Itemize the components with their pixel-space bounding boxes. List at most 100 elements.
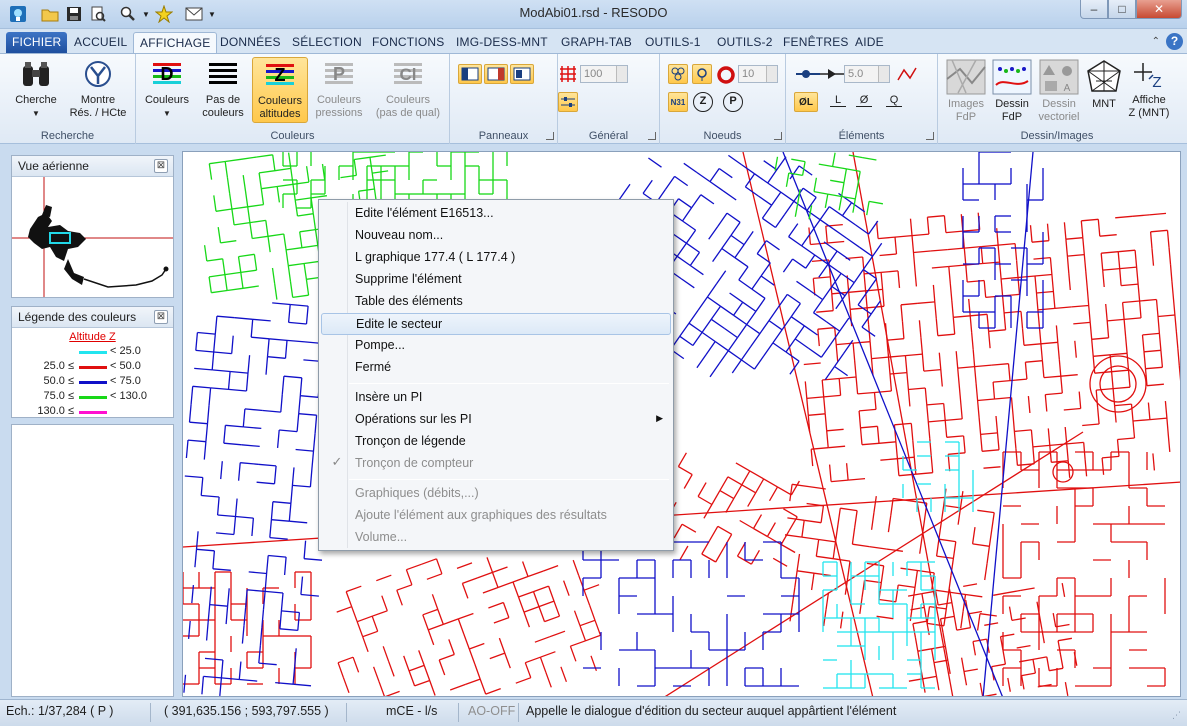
pipe-segment xyxy=(862,256,865,274)
pipe-segment xyxy=(810,573,815,591)
menu-item-supprime-element[interactable]: Supprime l'élément xyxy=(321,269,671,291)
pipe-segment xyxy=(251,336,270,340)
element-node-line-icon[interactable] xyxy=(796,66,820,82)
tab-img-dess-mnt[interactable]: IMG-DESS-MNT xyxy=(450,32,554,53)
images-fdp-button[interactable]: Images FdP xyxy=(944,57,988,123)
group-launcher[interactable] xyxy=(926,132,934,140)
cherche-button[interactable]: Cherche ▼ xyxy=(10,57,62,123)
pipe-segment xyxy=(588,604,596,621)
aerial-minimap[interactable] xyxy=(12,177,173,297)
maximize-button[interactable]: □ xyxy=(1108,0,1136,19)
group-panneaux: Panneaux xyxy=(450,54,558,144)
help-button[interactable]: ? xyxy=(1166,33,1183,50)
pipe-segment xyxy=(777,294,788,308)
pas-de-couleurs-button[interactable]: Pas de couleurs xyxy=(196,57,250,123)
noeuds-spin-input[interactable]: 10 xyxy=(738,65,778,83)
pipe-segment xyxy=(913,250,931,254)
close-icon[interactable]: ⊠ xyxy=(154,159,168,173)
pipe-segment xyxy=(931,265,949,269)
pipe-segment xyxy=(1115,215,1133,219)
tab-fonctions[interactable]: FONCTIONS xyxy=(366,32,450,53)
panel-right-button[interactable] xyxy=(484,64,508,84)
pipe-segment xyxy=(215,532,234,536)
phi-l-button[interactable]: ØL xyxy=(794,92,818,112)
dessin-vectoriel-button[interactable]: A Dessin vectoriel xyxy=(1036,57,1082,123)
dessin-fdp-button[interactable]: Dessin FdP xyxy=(990,57,1034,123)
close-button[interactable]: ✕ xyxy=(1136,0,1182,19)
menu-item-l-graphique[interactable]: L graphique 177.4 ( L 177.4 ) xyxy=(321,247,671,269)
pipe-segment xyxy=(923,368,941,372)
panel-bottom-button[interactable] xyxy=(510,64,534,84)
tab-outils-1[interactable]: OUTILS-1 xyxy=(639,32,707,53)
tab-graph-tab[interactable]: GRAPH-TAB xyxy=(555,32,638,53)
menu-item-table-elements[interactable]: Table des éléments xyxy=(321,291,671,313)
tab-fenetres[interactable]: FENÊTRES xyxy=(777,32,855,53)
montre-res-button[interactable]: Montre Rés. / HCte xyxy=(66,57,130,123)
couleurs-qualite-button[interactable]: Cl Couleurs (pas de qual) xyxy=(370,57,446,123)
phi-button[interactable]: Ø xyxy=(856,94,872,107)
menu-item-insere-pi[interactable]: Insère un PI xyxy=(321,387,671,409)
status-divider xyxy=(150,703,151,722)
group-launcher[interactable] xyxy=(546,132,554,140)
pipe-segment xyxy=(1049,667,1064,672)
pipe-segment xyxy=(1158,333,1162,351)
menu-item-edite-element[interactable]: Edite l'élément E16513... xyxy=(321,203,671,225)
element-arrow-icon[interactable] xyxy=(820,66,844,82)
menu-item-pompe[interactable]: Pompe... xyxy=(321,335,671,357)
tab-accueil[interactable]: ACCUEIL xyxy=(68,32,133,53)
pipe-segment xyxy=(956,627,971,631)
pipe-segment xyxy=(277,183,294,188)
menu-item-operations-pi[interactable]: Opérations sur les PI ▶ xyxy=(321,409,671,431)
pipe-segment xyxy=(290,303,309,307)
menu-item-edite-secteur[interactable]: Edite le secteur xyxy=(321,313,671,335)
pipe-segment xyxy=(836,250,851,261)
couleurs-pressions-button[interactable]: P Couleurs pressions xyxy=(311,57,367,123)
close-icon[interactable]: ⊠ xyxy=(154,310,168,324)
p-circle-button[interactable]: P xyxy=(723,92,743,112)
element-red-link-icon[interactable] xyxy=(896,66,918,82)
node-target-button[interactable] xyxy=(692,64,712,84)
grid-icon[interactable] xyxy=(558,64,578,84)
panel-left-button[interactable] xyxy=(458,64,482,84)
elements-spin-input[interactable]: 5.0 xyxy=(844,65,890,83)
pipe-segment xyxy=(1071,304,1089,308)
l-button[interactable]: L xyxy=(830,94,846,107)
tab-selection[interactable]: SÉLECTION xyxy=(286,32,368,53)
general-spin-input[interactable]: 100 xyxy=(580,65,628,83)
minimize-button[interactable]: ‒ xyxy=(1080,0,1108,19)
tab-outils-2[interactable]: OUTILS-2 xyxy=(711,32,779,53)
couleurs-altitudes-button[interactable]: Z Couleurs altitudes xyxy=(252,57,308,123)
pipe-segment xyxy=(1119,266,1137,270)
pipe-segment xyxy=(840,182,845,197)
tab-fichier[interactable]: FICHIER xyxy=(6,32,68,53)
z-circle-button[interactable]: Z xyxy=(693,92,713,112)
pipe-segment xyxy=(717,525,733,535)
n31-button[interactable]: N31 xyxy=(668,92,688,112)
tab-affichage[interactable]: AFFICHAGE xyxy=(133,32,218,53)
tab-donnees[interactable]: DONNÉES xyxy=(214,32,287,53)
group-launcher[interactable] xyxy=(648,132,656,140)
affiche-z-mnt-button[interactable]: Z Affiche Z (MNT) xyxy=(1126,57,1172,123)
ribbon-collapse-icon[interactable]: ⌃ xyxy=(1152,36,1160,47)
node-cluster-button[interactable] xyxy=(668,64,688,84)
menu-item-nouveau-nom[interactable]: Nouveau nom... xyxy=(321,225,671,247)
mnt-button[interactable]: MNT xyxy=(1084,57,1124,123)
menu-item-ferme[interactable]: Fermé xyxy=(321,357,671,379)
pipe-segment xyxy=(804,519,822,524)
menu-item-troncon-legende[interactable]: Tronçon de légende xyxy=(321,431,671,453)
panel-bottom-icon xyxy=(513,67,531,81)
pipe-segment xyxy=(244,408,263,412)
resize-grip-icon[interactable]: ⋰ xyxy=(1172,710,1181,721)
pipe-segment xyxy=(741,470,751,486)
pipe-segment xyxy=(311,195,327,199)
tab-aide[interactable]: AIDE xyxy=(849,32,890,53)
node-red-ring-icon[interactable] xyxy=(716,65,736,85)
pipe-segment xyxy=(853,269,864,283)
couleurs-button[interactable]: D Couleurs ▼ xyxy=(140,57,194,123)
pipe-segment xyxy=(919,536,923,554)
group-launcher[interactable] xyxy=(774,132,782,140)
q-button[interactable]: Q xyxy=(886,94,902,107)
pipe-segment xyxy=(854,510,858,528)
sliders-button[interactable] xyxy=(558,92,578,112)
pipe-segment xyxy=(1132,214,1150,217)
